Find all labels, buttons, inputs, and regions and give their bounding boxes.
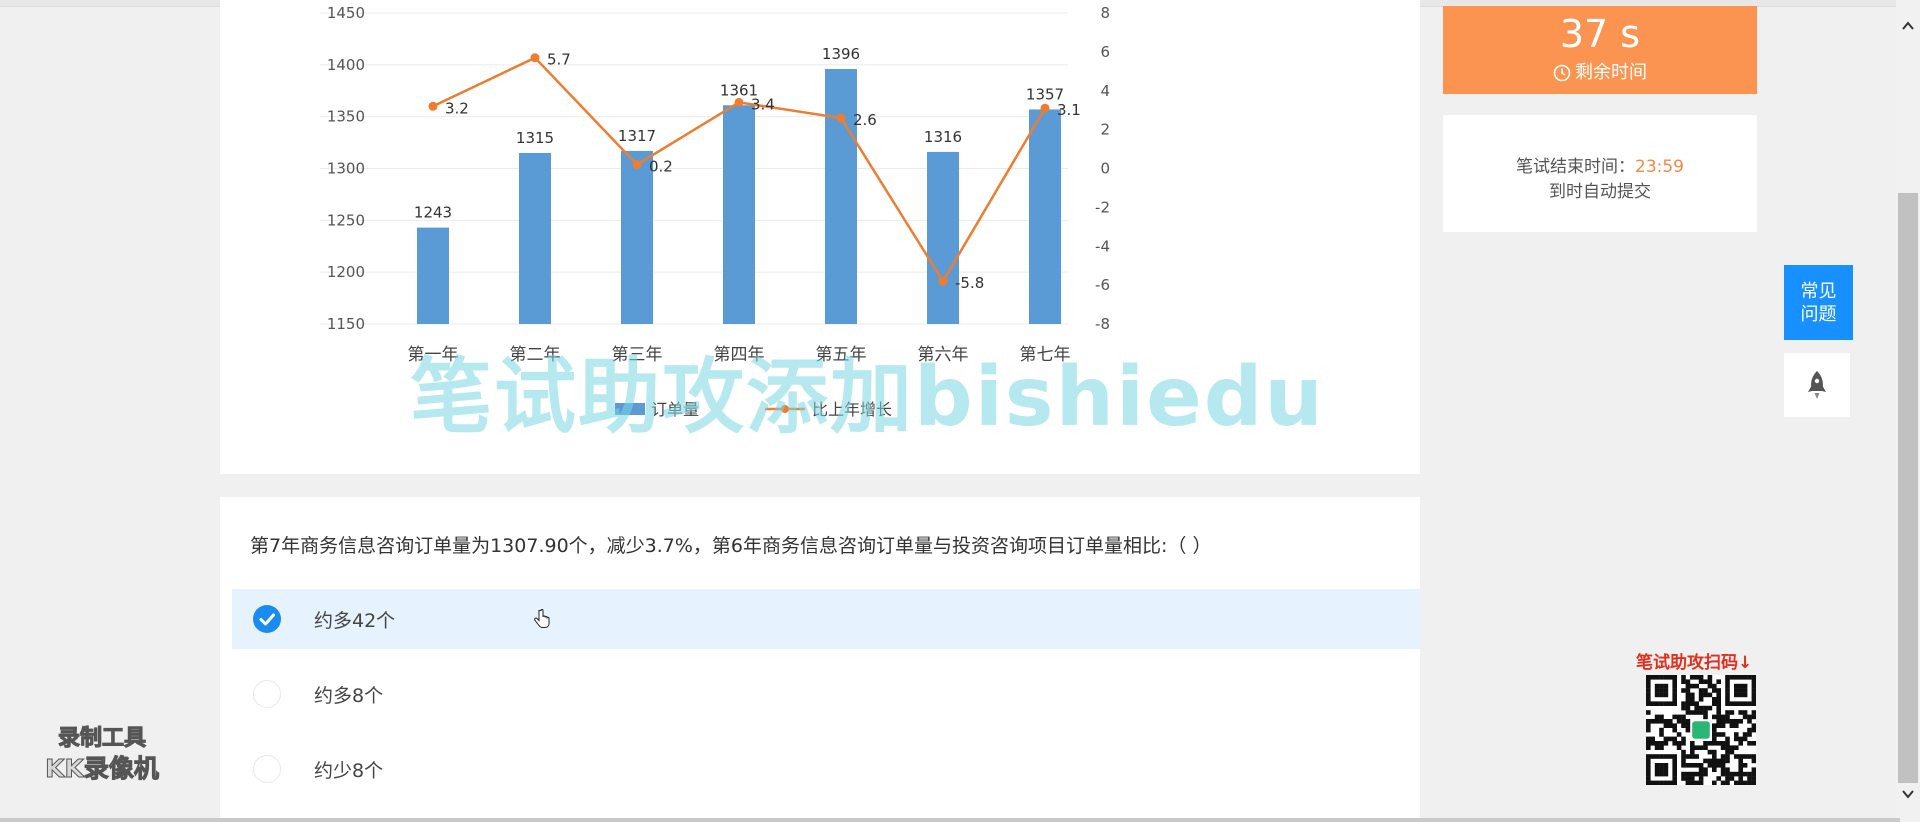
bar xyxy=(723,105,755,324)
option-c-label: 约少8个 xyxy=(314,760,384,782)
radio-unchecked-icon[interactable] xyxy=(253,680,281,708)
faq-button[interactable]: 常见 问题 xyxy=(1784,265,1853,340)
left-axis-tick-label: 1300 xyxy=(327,160,365,178)
line-point xyxy=(530,53,540,63)
left-axis-tick-label: 1450 xyxy=(327,4,365,22)
bar xyxy=(519,152,551,324)
bar-data-label: 1243 xyxy=(414,204,452,222)
countdown-timer: 37 s 剩余时间 xyxy=(1443,6,1757,94)
option-c[interactable]: 约少8个 xyxy=(232,739,1420,799)
faq-label-2: 问题 xyxy=(1800,303,1837,325)
line-data-label: 3.1 xyxy=(1057,101,1081,119)
radio-unchecked-icon[interactable] xyxy=(253,755,281,783)
left-axis-tick-label: 1150 xyxy=(327,315,365,333)
recorder-logo-line1: 录制工具 xyxy=(57,726,146,752)
end-time-value: 23:59 xyxy=(1635,157,1684,177)
right-axis-tick-label: -4 xyxy=(1095,237,1110,255)
end-time-row: 笔试结束时间：23:59 xyxy=(1443,115,1757,177)
rocket-icon xyxy=(1808,371,1826,399)
question-text: 第7年商务信息咨询订单量为1307.90个，减少3.7%，第6年商务信息咨询订单… xyxy=(250,535,1212,557)
question-card: 第7年商务信息咨询订单量为1307.90个，减少3.7%，第6年商务信息咨询订单… xyxy=(220,497,1420,822)
scroll-up-icon[interactable] xyxy=(1900,18,1916,34)
bar xyxy=(825,68,857,324)
right-axis-tick-label: -2 xyxy=(1095,198,1110,216)
hand-cursor-icon xyxy=(534,608,550,635)
clock-icon xyxy=(1553,64,1571,82)
left-axis-tick-label: 1400 xyxy=(327,56,365,74)
timer-label: 剩余时间 xyxy=(1575,62,1647,83)
right-axis-tick-label: -6 xyxy=(1095,276,1110,294)
line-point xyxy=(632,160,642,170)
line-point xyxy=(938,276,948,286)
watermark-overlay: 笔试助攻添加bishiedu xyxy=(410,350,1325,445)
bar xyxy=(621,150,653,324)
line-data-label: 0.2 xyxy=(649,158,673,176)
line-data-label: -5.8 xyxy=(955,274,984,292)
bar-data-label: 1396 xyxy=(822,45,860,63)
recorder-logo-line2: KK录像机 xyxy=(45,754,160,784)
auto-submit-note: 到时自动提交 xyxy=(1549,182,1651,202)
scrollbar[interactable] xyxy=(1896,0,1920,822)
line-point xyxy=(428,101,438,111)
right-axis-tick-label: 8 xyxy=(1100,4,1110,22)
bar-data-label: 1317 xyxy=(618,127,656,145)
bar xyxy=(927,151,959,324)
right-axis-tick-label: 2 xyxy=(1100,121,1110,139)
right-axis-tick-label: 0 xyxy=(1100,160,1110,178)
option-b[interactable]: 约多8个 xyxy=(232,664,1420,724)
scroll-thumb[interactable] xyxy=(1898,193,1918,783)
bottom-border xyxy=(0,818,1900,822)
option-b-label: 约多8个 xyxy=(314,685,384,707)
timer-value: 37 s xyxy=(1559,12,1641,56)
recorder-logo: 录制工具 KK录像机 xyxy=(32,724,172,784)
promo-text: 笔试助攻扫码↓ xyxy=(1636,653,1753,673)
qr-code-icon xyxy=(1646,675,1756,785)
end-time-prefix: 笔试结束时间： xyxy=(1516,157,1635,177)
line-point xyxy=(836,113,846,123)
timer-label-row: 剩余时间 xyxy=(1443,60,1757,86)
left-axis-tick-label: 1200 xyxy=(327,263,365,281)
line-point xyxy=(734,97,744,107)
left-axis-tick-label: 1350 xyxy=(327,108,365,126)
right-axis-tick-label: 6 xyxy=(1100,43,1110,61)
option-a-label: 约多42个 xyxy=(314,610,396,632)
line-data-label: 3.4 xyxy=(751,95,775,113)
bar-data-label: 1316 xyxy=(924,128,962,146)
left-axis-tick-label: 1250 xyxy=(327,211,365,229)
right-axis-tick-label: 4 xyxy=(1100,82,1110,100)
line-data-label: 3.2 xyxy=(445,99,469,117)
bar-data-label: 1315 xyxy=(516,129,554,147)
faq-label-1: 常见 xyxy=(1800,280,1837,302)
bar xyxy=(417,227,449,324)
back-to-top-button[interactable] xyxy=(1784,353,1850,417)
option-a[interactable]: 约多42个 xyxy=(232,589,1420,649)
radio-checked-icon[interactable] xyxy=(253,605,281,633)
line-data-label: 2.6 xyxy=(853,111,877,129)
bar xyxy=(1029,109,1061,324)
line-data-label: 5.7 xyxy=(547,51,571,69)
exam-end-card: 笔试结束时间：23:59 到时自动提交 xyxy=(1443,115,1757,232)
scroll-down-icon[interactable] xyxy=(1900,786,1916,802)
line-point xyxy=(1040,103,1050,113)
